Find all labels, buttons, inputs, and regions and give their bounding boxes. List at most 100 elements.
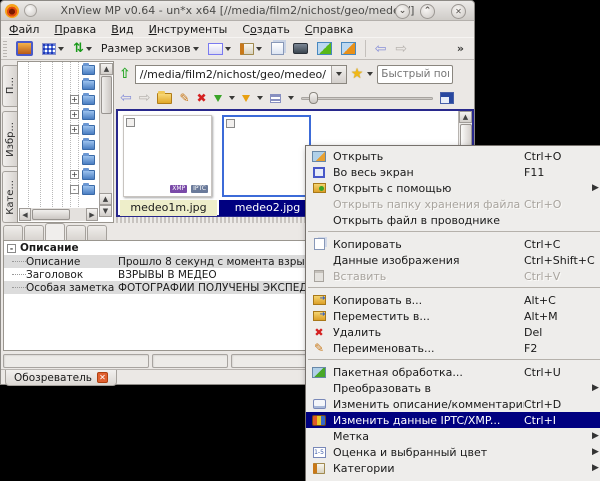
list-view-icon[interactable] [269,93,281,103]
thumbnail-layout-button[interactable] [40,39,66,58]
menu-bar-item[interactable]: Создать [242,23,290,36]
context-menu-item[interactable]: Изменить описание/комментарий... Ctrl+D [306,396,600,412]
context-menu-item[interactable]: Открыть файл в проводнике [306,212,600,228]
scroll-up-button[interactable]: ▲ [99,193,112,205]
thumbnail-card[interactable]: XMP IPTC [123,115,212,197]
history-back-button[interactable]: ⇦ [373,39,389,58]
tree-vertical-scrollbar[interactable]: ▲ [99,63,113,193]
context-menu-item[interactable]: Категории ▶ [306,460,600,476]
convert-button[interactable] [339,39,358,58]
context-menu-item[interactable]: Оценка и выбранный цвет ▶ [306,444,600,460]
slider-track[interactable] [300,97,433,100]
tree-expander-icon[interactable]: - [70,185,79,194]
info-tab-гистограмма[interactable] [24,225,44,240]
sidebar-tab[interactable]: П... [2,65,17,107]
quick-search-input[interactable] [377,64,454,84]
delete-icon[interactable]: ✖ [197,91,207,105]
menu-bar-item[interactable]: Инструменты [149,23,228,36]
info-tab-exiftool[interactable] [87,225,107,240]
context-menu-item[interactable]: Вставить Ctrl+V [306,268,600,284]
chevron-down-icon[interactable] [192,46,199,51]
menu-bar-item[interactable]: Правка [54,23,96,36]
chevron-down-icon[interactable] [255,46,262,51]
context-menu-item[interactable]: Метка ▶ [306,428,600,444]
thumbnail-checkbox[interactable] [226,119,235,128]
context-menu-item[interactable]: Открыть Ctrl+O [306,148,600,164]
context-menu-item[interactable]: Открыть с помощью ▶ [306,180,600,196]
filter-highlight-icon[interactable] [241,94,250,102]
thumbnail-item[interactable]: XMP IPTC medeo1m.jpg [120,113,217,216]
catalog-button[interactable] [238,39,264,58]
slider-thumb[interactable] [308,92,318,104]
back-arrow-icon[interactable]: ⇦ [120,91,132,105]
scrollbar-track[interactable] [71,208,86,221]
favorites-star-icon[interactable]: ★ [351,66,364,82]
sort-button[interactable]: ⇅ [71,39,94,58]
context-menu-item[interactable]: Во весь экран F11 [306,164,600,180]
context-menu-item[interactable]: Удалить Del [306,324,600,340]
context-menu-item[interactable]: Пакетная обработка... Ctrl+U [306,364,600,380]
browser-workspace-tab[interactable]: Обозреватель [5,370,117,386]
tree-expander-icon[interactable]: - [7,243,16,253]
address-combo[interactable]: //media/film2/nichost/geo/medeo/ [134,64,347,84]
tree-expander-icon[interactable]: + [70,170,79,179]
tree-expander-icon[interactable]: + [70,125,79,134]
close-tab-icon[interactable] [96,372,108,383]
context-menu-item[interactable]: Открыть папку хранения файла Ctrl+O [306,196,600,212]
export-button[interactable] [315,39,334,58]
scroll-right-button[interactable]: ▶ [86,208,98,221]
tree-horizontal-scrollbar[interactable]: ◀ ▶ [19,208,98,221]
context-menu-item[interactable]: Копировать в... Alt+C [306,292,600,308]
chevron-down-icon[interactable] [224,46,231,51]
capture-button[interactable] [291,39,310,58]
menu-bar-item[interactable]: Вид [111,23,133,36]
scroll-down-button[interactable]: ▼ [99,205,112,217]
menu-bar-item[interactable]: Файл [9,23,39,36]
context-menu-item[interactable]: Переместить в... Alt+M [306,308,600,324]
sidebar-tab[interactable]: Избр... [2,111,17,167]
toolbar-grip[interactable] [3,40,7,57]
tree-expander-icon[interactable]: + [70,95,79,104]
title-bar[interactable]: XnView MP v0.64 - un*x x64 [//media/film… [1,1,474,21]
chevron-down-icon[interactable] [256,96,263,100]
context-menu-item[interactable]: Переименовать... F2 [306,340,600,356]
scrollbar-thumb[interactable] [32,209,70,220]
thumbnail-item[interactable]: medeo2.jpg [219,113,316,216]
folder-tree[interactable]: + + + + - ▲ ▲ ▼ ◀ ▶ [17,61,114,223]
scroll-up-button[interactable]: ▲ [459,111,472,123]
filter-icon[interactable] [213,94,222,102]
toolbar-overflow-button[interactable]: » [457,42,464,55]
context-menu-item[interactable]: Данные изображения Ctrl+Shift+C [306,252,600,268]
thumbnail-checkbox[interactable] [126,118,135,127]
slideshow-button[interactable] [206,39,233,58]
maximize-window-button[interactable] [420,4,435,19]
chevron-down-icon[interactable] [58,46,64,51]
parent-folder-icon[interactable]: ⇧ [119,66,131,82]
info-tab-свойства[interactable] [3,225,23,240]
thumbnail-size-button[interactable]: Размер эскизов [99,39,201,58]
new-folder-icon[interactable] [157,90,173,104]
chevron-down-icon[interactable] [287,96,294,100]
forward-arrow-icon[interactable]: ⇨ [139,91,151,105]
rename-icon[interactable]: ✎ [179,91,189,105]
thumbnail-size-slider[interactable] [300,92,433,104]
chevron-down-icon[interactable] [85,46,92,51]
thumbnail-card[interactable] [222,115,311,197]
panel-layout-icon[interactable] [439,92,454,104]
scrollbar-thumb[interactable] [101,76,112,114]
info-tab-iptc-iim[interactable] [45,223,65,240]
scroll-left-button[interactable]: ◀ [19,208,31,221]
close-window-button[interactable] [451,4,466,19]
window-menu-button[interactable] [24,4,37,17]
scroll-up-button[interactable]: ▲ [100,63,113,75]
menu-bar-item[interactable]: Справка [305,23,353,36]
context-menu-item[interactable]: Изменить данные IPTC/XMP... Ctrl+I [306,412,600,428]
chevron-down-icon[interactable] [367,72,374,76]
copy-files-button[interactable] [269,39,286,58]
sidebar-tab[interactable]: Кате... [2,171,17,223]
info-tab-xmp[interactable] [66,225,86,240]
history-forward-button[interactable]: ⇨ [393,39,409,58]
chevron-down-icon[interactable] [228,96,235,100]
view-mode-button[interactable] [14,39,35,58]
address-dropdown-button[interactable] [330,65,346,83]
